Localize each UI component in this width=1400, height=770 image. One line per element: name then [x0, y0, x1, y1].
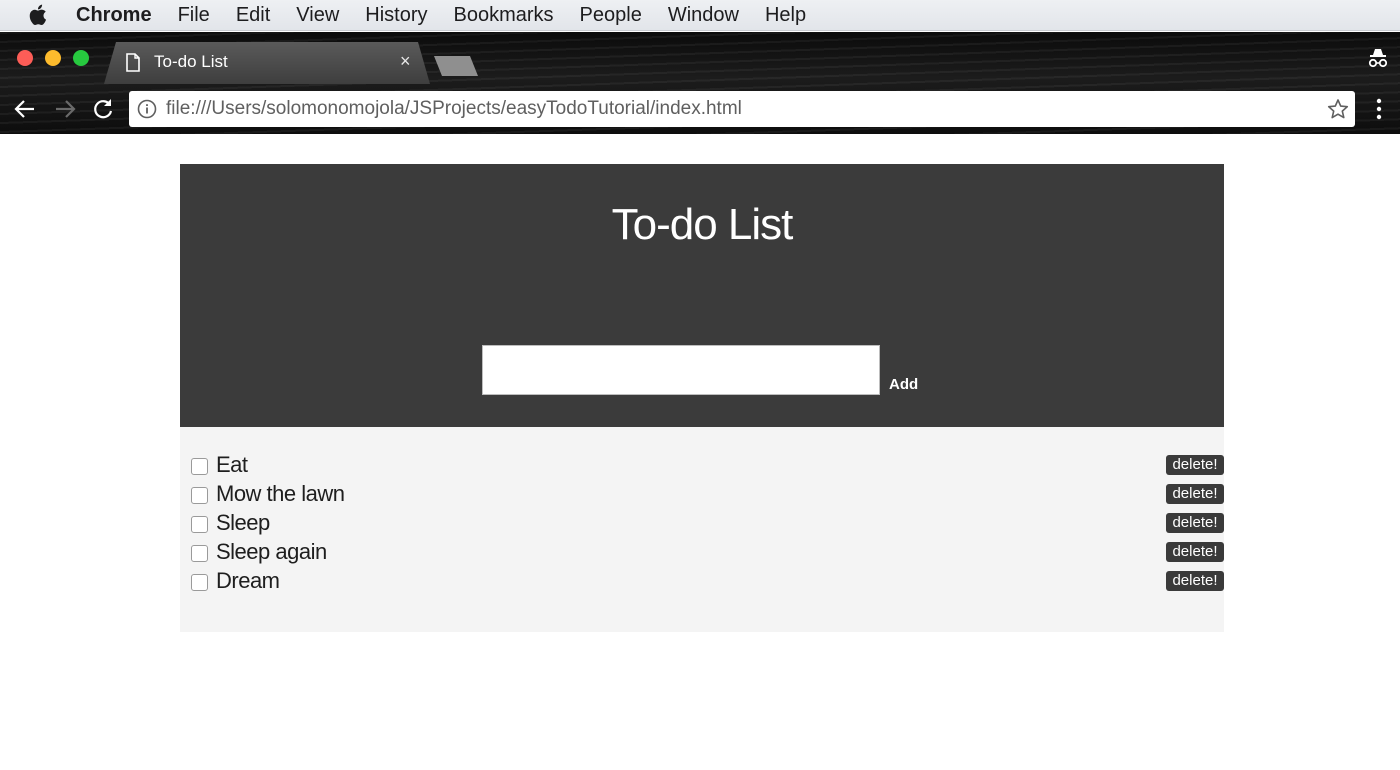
todo-text: Sleep again — [216, 539, 327, 564]
delete-button[interactable]: delete! — [1166, 484, 1224, 504]
zoom-window-button[interactable] — [73, 50, 89, 66]
menu-bar: Chrome File Edit View History Bookmarks … — [0, 0, 1400, 31]
forward-arrow-icon[interactable] — [52, 96, 78, 122]
menu-help[interactable]: Help — [765, 0, 806, 31]
page-title: To-do List — [611, 200, 794, 249]
list-item: Mow the lawn delete! — [180, 481, 1224, 509]
tab-close-icon[interactable]: × — [400, 51, 411, 72]
tab-title: To-do List — [154, 52, 228, 71]
todo-text: Mow the lawn — [216, 481, 345, 506]
list-item: Sleep delete! — [180, 510, 1224, 538]
list-item: Sleep again delete! — [180, 539, 1224, 567]
browser-tab[interactable]: To-do List × — [104, 42, 430, 84]
todo-list: Eat delete! Mow the lawn delete! Sleep d… — [180, 427, 1224, 632]
delete-button[interactable]: delete! — [1166, 542, 1224, 562]
reload-icon[interactable] — [90, 96, 116, 122]
minimize-window-button[interactable] — [45, 50, 61, 66]
menu-bookmarks[interactable]: Bookmarks — [454, 0, 554, 31]
incognito-icon — [1368, 49, 1388, 68]
menu-view[interactable]: View — [296, 0, 339, 31]
info-icon[interactable] — [137, 99, 157, 119]
todo-text: Sleep — [216, 510, 270, 535]
delete-button[interactable]: delete! — [1166, 455, 1224, 475]
todo-header: To-do List Add — [180, 164, 1224, 427]
close-window-button[interactable] — [17, 50, 33, 66]
menu-edit[interactable]: Edit — [236, 0, 270, 31]
browser-chrome: To-do List × file:///Users/solomonomojol… — [0, 32, 1400, 134]
task-input[interactable] — [482, 345, 880, 395]
add-button[interactable]: Add — [889, 376, 918, 393]
delete-button[interactable]: delete! — [1166, 571, 1224, 591]
list-item: Dream delete! — [180, 568, 1224, 596]
apple-icon[interactable] — [28, 3, 50, 27]
new-tab-button[interactable] — [434, 56, 478, 76]
delete-button[interactable]: delete! — [1166, 513, 1224, 533]
more-options-icon[interactable] — [1366, 96, 1392, 122]
todo-checkbox[interactable] — [191, 574, 208, 591]
todo-checkbox[interactable] — [191, 545, 208, 562]
menu-file[interactable]: File — [178, 0, 210, 31]
address-bar[interactable]: file:///Users/solomonomojola/JSProjects/… — [129, 91, 1355, 127]
todo-checkbox[interactable] — [191, 458, 208, 475]
page-icon — [126, 53, 140, 72]
list-item: Eat delete! — [180, 452, 1224, 480]
back-arrow-icon[interactable] — [12, 96, 38, 122]
todo-checkbox[interactable] — [191, 487, 208, 504]
menu-people[interactable]: People — [580, 0, 642, 31]
menu-history[interactable]: History — [365, 0, 427, 31]
menu-app-name[interactable]: Chrome — [76, 0, 152, 31]
todo-checkbox[interactable] — [191, 516, 208, 533]
url-text[interactable]: file:///Users/solomonomojola/JSProjects/… — [166, 98, 742, 120]
todo-text: Dream — [216, 568, 280, 593]
bookmark-star-icon[interactable] — [1327, 98, 1349, 120]
todo-text: Eat — [216, 452, 248, 477]
menu-window[interactable]: Window — [668, 0, 739, 31]
